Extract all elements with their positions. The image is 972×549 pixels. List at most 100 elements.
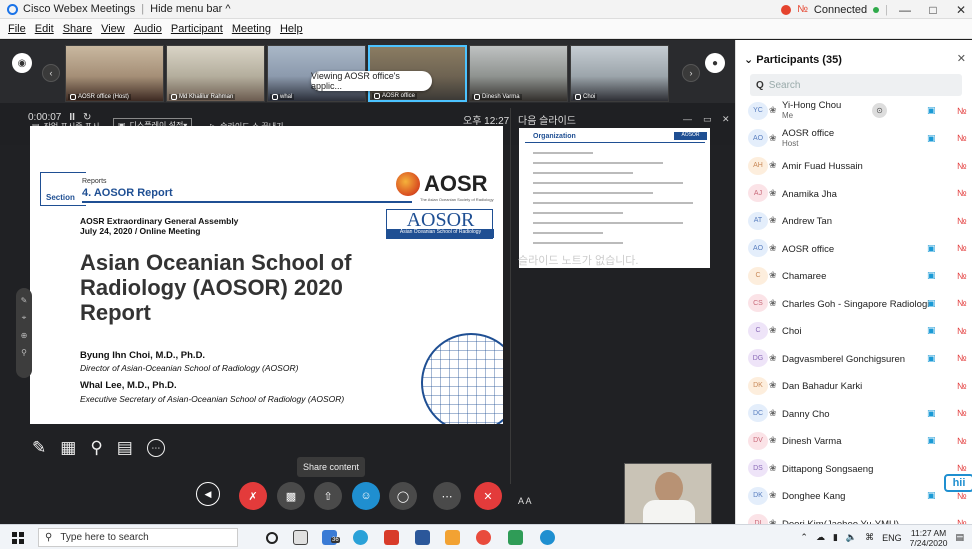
notifications-icon[interactable]: ▤ [955, 532, 964, 543]
pen-rail-icon[interactable]: ✎ [16, 296, 32, 305]
chevron-up-icon[interactable]: ⌃ [800, 532, 808, 543]
mute-button[interactable]: ✗ [239, 482, 267, 510]
participants-title[interactable]: ⌄ Participants (35) [744, 53, 842, 66]
mic-muted-icon[interactable]: № [957, 326, 967, 336]
search-rail-icon[interactable]: ⚲ [16, 348, 32, 357]
participant-row[interactable]: YC ❀ Yi-Hong Chou Me ⊙ ▣ № [736, 97, 972, 125]
participant-row[interactable]: C ❀ Chamaree ▣ № [736, 262, 972, 290]
chat-bubble-button[interactable]: ● [705, 53, 725, 73]
mic-muted-icon[interactable]: № [957, 243, 967, 253]
taskbar-search-input[interactable]: ⚲ Type here to search [38, 528, 238, 547]
video-thumbnail[interactable]: Choi [570, 45, 669, 102]
task-view-icon[interactable] [293, 530, 308, 545]
pen-icon[interactable]: ✎ [32, 438, 46, 458]
participant-row[interactable]: AJ ❀ Anamika Jha № [736, 180, 972, 208]
mic-muted-icon[interactable]: № [957, 106, 967, 116]
unmute-icon[interactable]: ⊙ [872, 103, 887, 119]
mic-muted-icon[interactable]: № [957, 271, 967, 281]
participant-row[interactable]: AO ❀ AOSR office Host ▣ № [736, 125, 972, 153]
mic-muted-icon[interactable]: № [957, 491, 967, 501]
menu-help[interactable]: Help [280, 23, 303, 35]
office-icon[interactable] [384, 530, 399, 545]
zoom-rail-icon[interactable]: ⊕ [16, 331, 32, 340]
mic-muted-icon[interactable]: № [957, 381, 967, 391]
mic-muted-icon[interactable]: № [957, 188, 967, 198]
video-thumbnail[interactable]: Md Khalilur Rahman [166, 45, 265, 102]
more-button[interactable]: ⋯ [433, 482, 461, 510]
webex-taskbar-icon[interactable] [540, 530, 555, 545]
minimize-button[interactable]: — [894, 3, 916, 17]
subtitle-icon[interactable]: ▤ [117, 438, 133, 458]
mic-muted-icon[interactable]: № [957, 216, 967, 226]
participant-row[interactable]: DC ❀ Danny Cho ▣ № [736, 400, 972, 428]
menu-audio[interactable]: Audio [134, 23, 162, 35]
network-icon[interactable]: ⌘ [865, 532, 874, 543]
edge-icon[interactable] [353, 530, 368, 545]
pointer-rail-icon[interactable]: ⌖ [16, 313, 32, 323]
participant-row[interactable]: AH ❀ Amir Fuad Hussain № [736, 152, 972, 180]
participant-row[interactable]: C ❀ Choi ▣ № [736, 317, 972, 345]
participant-row[interactable]: DK ❀ Donghee Kang ▣ № [736, 482, 972, 510]
participant-row[interactable]: DK ❀ Dan Bahadur Karki № [736, 372, 972, 400]
mic-muted-icon[interactable]: № [957, 133, 967, 143]
device-icon: ❀ [769, 407, 777, 418]
participant-search-input[interactable]: Q Search [750, 74, 962, 96]
participant-row[interactable]: DS ❀ Dittapong Songsaeng № [736, 455, 972, 483]
restore-button[interactable]: □ [922, 3, 944, 17]
menu-meeting[interactable]: Meeting [232, 23, 271, 35]
close-button[interactable]: ✕ [950, 3, 972, 17]
windows-start-icon[interactable] [12, 532, 24, 544]
cloud-icon[interactable]: ☁ [816, 532, 825, 543]
filmstrip-prev-button[interactable]: ‹ [42, 64, 60, 82]
panel-close-button[interactable]: ✕ [957, 52, 966, 65]
participant-row[interactable]: AO ❀ AOSR office ▣ № [736, 235, 972, 263]
menu-participant[interactable]: Participant [171, 23, 223, 35]
participant-row[interactable]: CS❀ Charles Goh - Singapore Radiological … [736, 290, 972, 318]
menu-file[interactable]: File [8, 23, 26, 35]
word-icon[interactable] [415, 530, 430, 545]
share-button[interactable]: ⇧ [314, 482, 342, 510]
mic-muted-icon[interactable]: № [957, 161, 967, 171]
meet-icon[interactable] [508, 530, 523, 545]
magnifier-icon[interactable]: ⚲ [90, 438, 102, 458]
folder-icon[interactable] [445, 530, 460, 545]
video-button[interactable]: ▩ [277, 482, 305, 510]
share-restore-button[interactable]: ▭ [703, 114, 712, 125]
menu-edit[interactable]: Edit [35, 23, 54, 35]
video-thumbnail[interactable]: Dinesh Varma [469, 45, 568, 102]
participant-name: Amir Fuad Hussain [782, 161, 863, 172]
participant-row[interactable]: DV ❀ Dinesh Varma ▣ № [736, 427, 972, 455]
menu-share[interactable]: Share [63, 23, 92, 35]
video-thumbnail[interactable]: AOSR office (Host) [65, 45, 164, 102]
chat-button[interactable]: ◯ [389, 482, 417, 510]
pause-icon[interactable]: II [69, 112, 75, 123]
previous-slide-button[interactable]: ◀ [196, 482, 220, 506]
mic-muted-icon[interactable]: № [957, 298, 967, 308]
cortana-icon[interactable] [266, 532, 278, 544]
hide-menu-button[interactable]: Hide menu bar ^ [150, 3, 230, 15]
more-options-icon[interactable]: ⋯ [146, 439, 165, 457]
mic-muted-icon[interactable]: № [957, 353, 967, 363]
next-slide-preview[interactable]: Organization AOSOR [519, 128, 710, 268]
leave-button[interactable]: ✕ [474, 482, 502, 510]
participant-row[interactable]: AT ❀ Andrew Tan № [736, 207, 972, 235]
mic-muted-icon[interactable]: № [957, 408, 967, 418]
menu-view[interactable]: View [101, 23, 125, 35]
participant-row[interactable]: DG ❀ Dagvasmberel Gonchigsuren ▣ № [736, 345, 972, 373]
reset-icon[interactable]: ↻ [83, 112, 91, 123]
layout-button[interactable]: ◉ [12, 53, 32, 73]
participants-button[interactable]: ☺ [352, 482, 380, 510]
explorer-icon[interactable]: 36 [322, 530, 340, 545]
share-minimize-button[interactable]: — [683, 114, 692, 124]
clock[interactable]: 11:27 AM 7/24/2020 [910, 528, 948, 548]
font-size-controls[interactable]: A A [518, 496, 532, 506]
filmstrip-next-button[interactable]: › [682, 64, 700, 82]
battery-icon[interactable]: ▮ [833, 532, 838, 543]
input-language[interactable]: ENG [882, 533, 902, 543]
chrome-icon[interactable] [476, 530, 491, 545]
grid-icon[interactable]: ▦ [60, 438, 76, 458]
share-close-button[interactable]: ✕ [722, 114, 730, 125]
mic-muted-icon[interactable]: № [957, 463, 967, 473]
mic-muted-icon[interactable]: № [957, 436, 967, 446]
volume-icon[interactable]: 🔈 [846, 532, 857, 543]
